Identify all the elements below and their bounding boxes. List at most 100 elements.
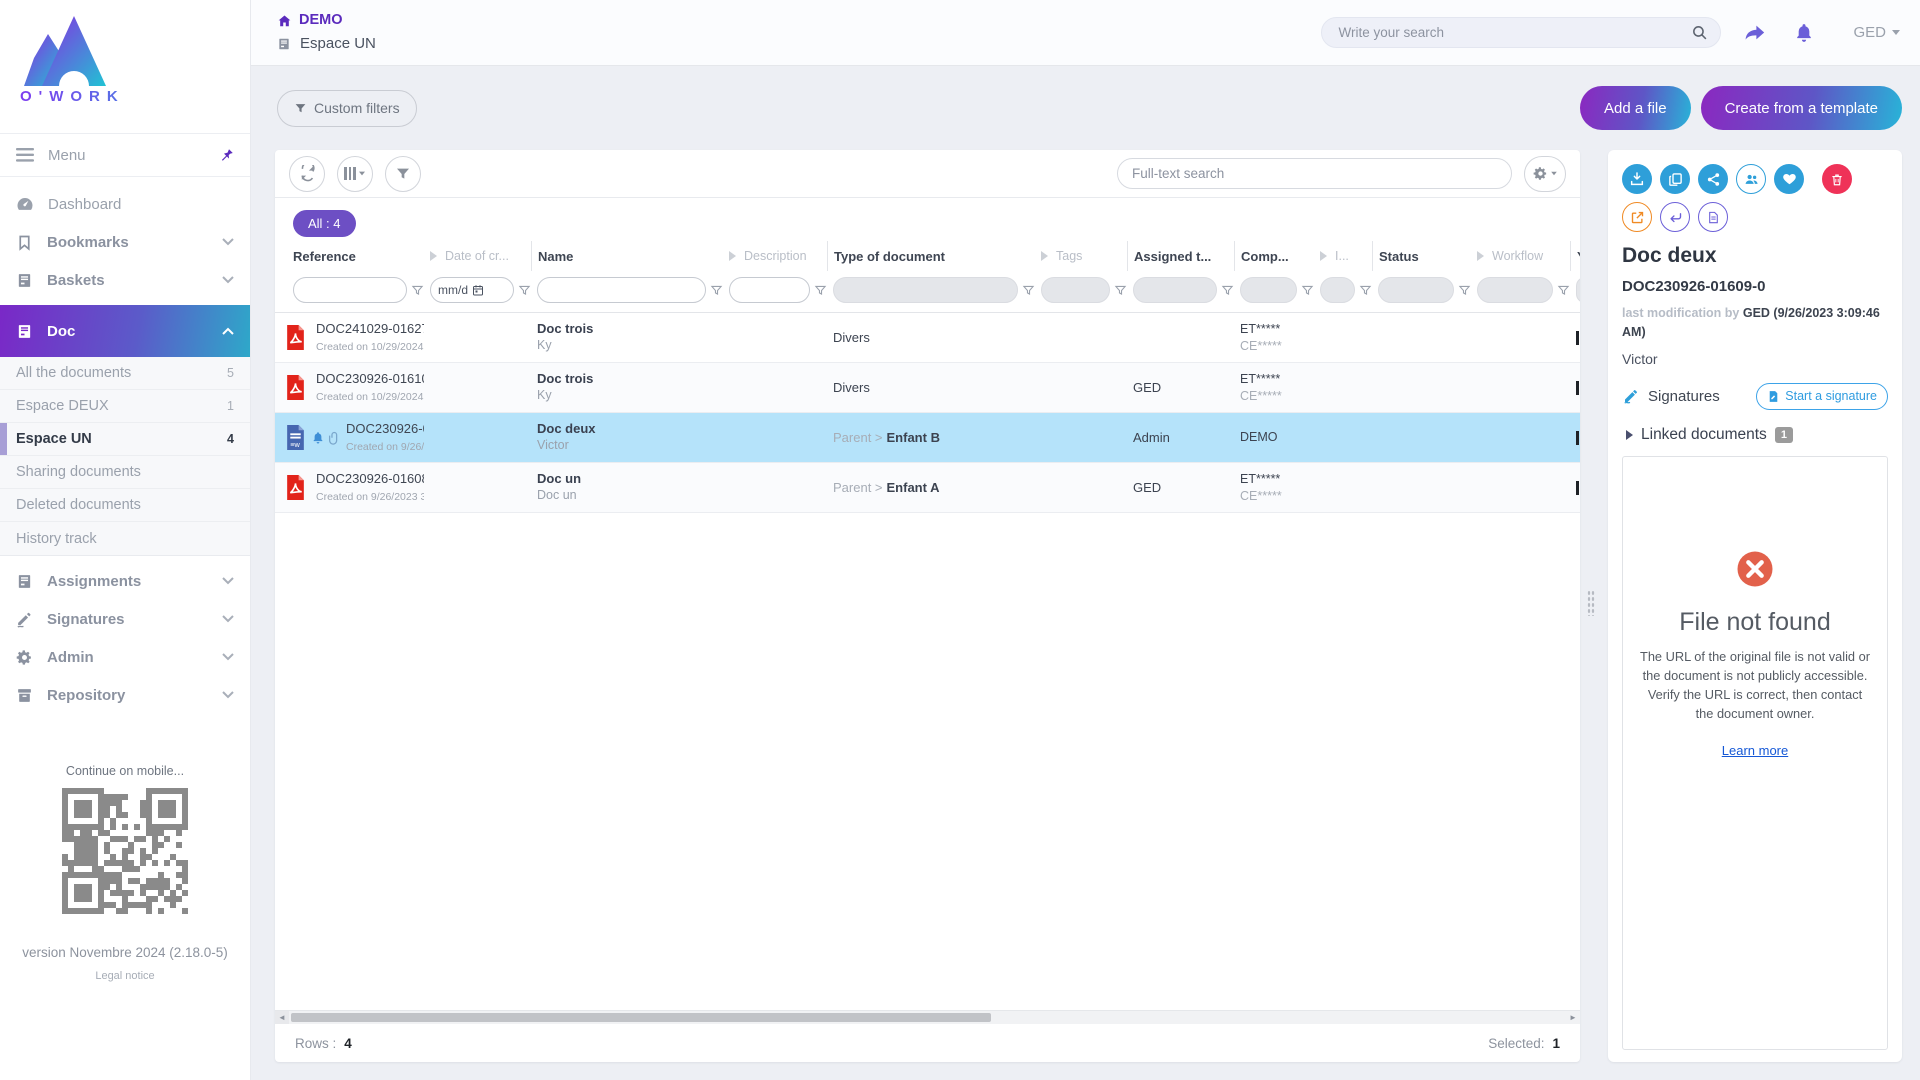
linked-documents-label: Linked documents: [1641, 426, 1767, 444]
pdf-file-icon: [285, 475, 306, 500]
sidebar-item-admin[interactable]: Admin: [0, 638, 250, 676]
sidebar-footer: Continue on mobile... version Novembre 2…: [0, 764, 250, 1080]
breadcrumb-space[interactable]: Espace UN: [277, 34, 376, 54]
sidebar-subitem-history-track[interactable]: History track: [0, 522, 250, 555]
table-row[interactable]: DOC230926-01610-3Created on 10/29/2024 1…: [275, 363, 1580, 413]
filter-text-input[interactable]: [738, 283, 801, 297]
user-menu[interactable]: GED: [1853, 24, 1900, 41]
refresh-button[interactable]: [289, 156, 325, 192]
start-signature-button[interactable]: Start a signature: [1756, 383, 1888, 410]
action-bar: Custom filters Add a file Create from a …: [251, 66, 1920, 150]
column-header-status[interactable]: Status: [1372, 241, 1471, 271]
share-page-button[interactable]: [1739, 18, 1771, 48]
heart-button[interactable]: [1774, 164, 1804, 194]
bell-badge-icon: [311, 430, 325, 445]
triangle-right-icon: [1626, 430, 1633, 440]
sidebar-item-dashboard[interactable]: Dashboard: [0, 185, 250, 223]
funnel-icon[interactable]: [518, 284, 531, 297]
reference-cell: DOC230926-01608-0Created on 9/26/2023 3:…: [275, 463, 424, 512]
download-button[interactable]: [1622, 164, 1652, 194]
filter-text-input[interactable]: [302, 283, 398, 297]
funnel-icon[interactable]: [1557, 284, 1570, 297]
sidebar-subitem-all-the-documents[interactable]: All the documents5: [0, 357, 250, 390]
funnel-icon[interactable]: [1359, 284, 1372, 297]
pin-sidebar-icon[interactable]: [219, 148, 234, 163]
last-modification: last modification by GED (9/26/2023 3:09…: [1622, 304, 1888, 342]
duplicate-button[interactable]: [1660, 164, 1690, 194]
trash-button[interactable]: [1822, 164, 1852, 194]
filters-button[interactable]: [385, 156, 421, 192]
funnel-icon[interactable]: [814, 284, 827, 297]
fulltext-search-input[interactable]: [1132, 166, 1497, 181]
scroll-right-arrow-icon[interactable]: ►: [1566, 1011, 1580, 1024]
scope-all-pill[interactable]: All : 4: [293, 210, 356, 237]
funnel-icon[interactable]: [1114, 284, 1127, 297]
column-header-y-[interactable]: Y...: [1570, 241, 1580, 271]
workflow-cell: [1471, 363, 1570, 412]
column-header-type-of-document[interactable]: Type of document: [827, 241, 1035, 271]
filter-text-input[interactable]: [546, 283, 697, 297]
funnel-icon[interactable]: [1301, 284, 1314, 297]
open-external-button[interactable]: [1622, 202, 1652, 232]
return-arrow-button[interactable]: [1660, 202, 1690, 232]
column-header-description[interactable]: Description: [723, 241, 827, 271]
share-nodes-button[interactable]: [1698, 164, 1728, 194]
column-header-name[interactable]: Name: [531, 241, 723, 271]
columns-button[interactable]: [337, 156, 373, 192]
type-value: Divers: [833, 330, 870, 345]
panel-resize-handle[interactable]: [1587, 590, 1595, 616]
column-header-tags[interactable]: Tags: [1035, 241, 1127, 271]
sidebar-item-baskets[interactable]: Baskets: [0, 261, 250, 299]
table-row[interactable]: ≡wDOC230926-01609-0Created on 9/26/2023 …: [275, 413, 1580, 463]
scrollbar-thumb[interactable]: [291, 1013, 991, 1022]
sidebar-item-assignments[interactable]: Assignments: [0, 562, 250, 600]
sidebar-item-repository[interactable]: Repository: [0, 676, 250, 714]
scroll-left-arrow-icon[interactable]: ◄: [275, 1011, 289, 1024]
notifications-button[interactable]: [1789, 17, 1819, 48]
company-top: DEMO: [1240, 430, 1278, 444]
horizontal-scrollbar[interactable]: ◄ ►: [275, 1010, 1580, 1024]
column-header-date-of-cr-[interactable]: Date of cr...: [424, 241, 531, 271]
column-header-comp-[interactable]: Comp...: [1234, 241, 1314, 271]
funnel-icon[interactable]: [1022, 284, 1035, 297]
document-subname: Victor: [537, 438, 569, 452]
sidebar-subitem-espace-deux[interactable]: Espace DEUX1: [0, 390, 250, 423]
sidebar-subitem-espace-un[interactable]: Espace UN4: [0, 423, 250, 456]
add-file-button[interactable]: Add a file: [1580, 86, 1691, 130]
funnel-icon[interactable]: [710, 284, 723, 297]
sidebar-subitem-sharing-documents[interactable]: Sharing documents: [0, 456, 250, 489]
document-name: Doc un: [537, 471, 581, 486]
learn-more-link[interactable]: Learn more: [1722, 743, 1788, 758]
filter-date-input[interactable]: mm/d: [430, 277, 514, 303]
column-header-reference[interactable]: Reference: [275, 241, 424, 271]
custom-filters-button[interactable]: Custom filters: [277, 90, 417, 127]
linked-documents-toggle[interactable]: Linked documents 1: [1622, 426, 1888, 444]
menu-toggle[interactable]: Menu: [0, 133, 250, 177]
search-icon[interactable]: [1691, 24, 1708, 41]
global-search: [1321, 17, 1721, 48]
legal-notice-link[interactable]: Legal notice: [95, 970, 154, 982]
word-file-icon: ≡w: [285, 425, 306, 450]
users-button[interactable]: [1736, 164, 1766, 194]
table-row[interactable]: DOC230926-01608-0Created on 9/26/2023 3:…: [275, 463, 1580, 513]
table-settings-button[interactable]: [1524, 156, 1566, 192]
create-from-template-button[interactable]: Create from a template: [1701, 86, 1902, 130]
page-button[interactable]: [1698, 202, 1728, 232]
breadcrumb-home[interactable]: DEMO: [277, 11, 376, 30]
workflow-cell: [1471, 463, 1570, 512]
column-header-workflow[interactable]: Workflow: [1471, 241, 1570, 271]
funnel-icon[interactable]: [1458, 284, 1471, 297]
sidebar-item-bookmarks[interactable]: Bookmarks: [0, 223, 250, 261]
column-header-assigned-t-[interactable]: Assigned t...: [1127, 241, 1234, 271]
funnel-icon[interactable]: [1221, 284, 1234, 297]
global-search-input[interactable]: [1338, 25, 1691, 40]
sidebar-item-label: Signatures: [47, 611, 208, 628]
sidebar-item-doc[interactable]: Doc: [0, 305, 250, 357]
type-cell: Divers: [827, 313, 1035, 362]
sidebar-subitem-deleted-documents[interactable]: Deleted documents: [0, 489, 250, 522]
document-reference: DOC241029-01627-0: [316, 321, 424, 336]
table-row[interactable]: DOC241029-01627-0Created on 10/29/2024 1…: [275, 313, 1580, 363]
sidebar-item-signatures[interactable]: Signatures: [0, 600, 250, 638]
funnel-icon[interactable]: [411, 284, 424, 297]
column-header-i-[interactable]: I...: [1314, 241, 1372, 271]
